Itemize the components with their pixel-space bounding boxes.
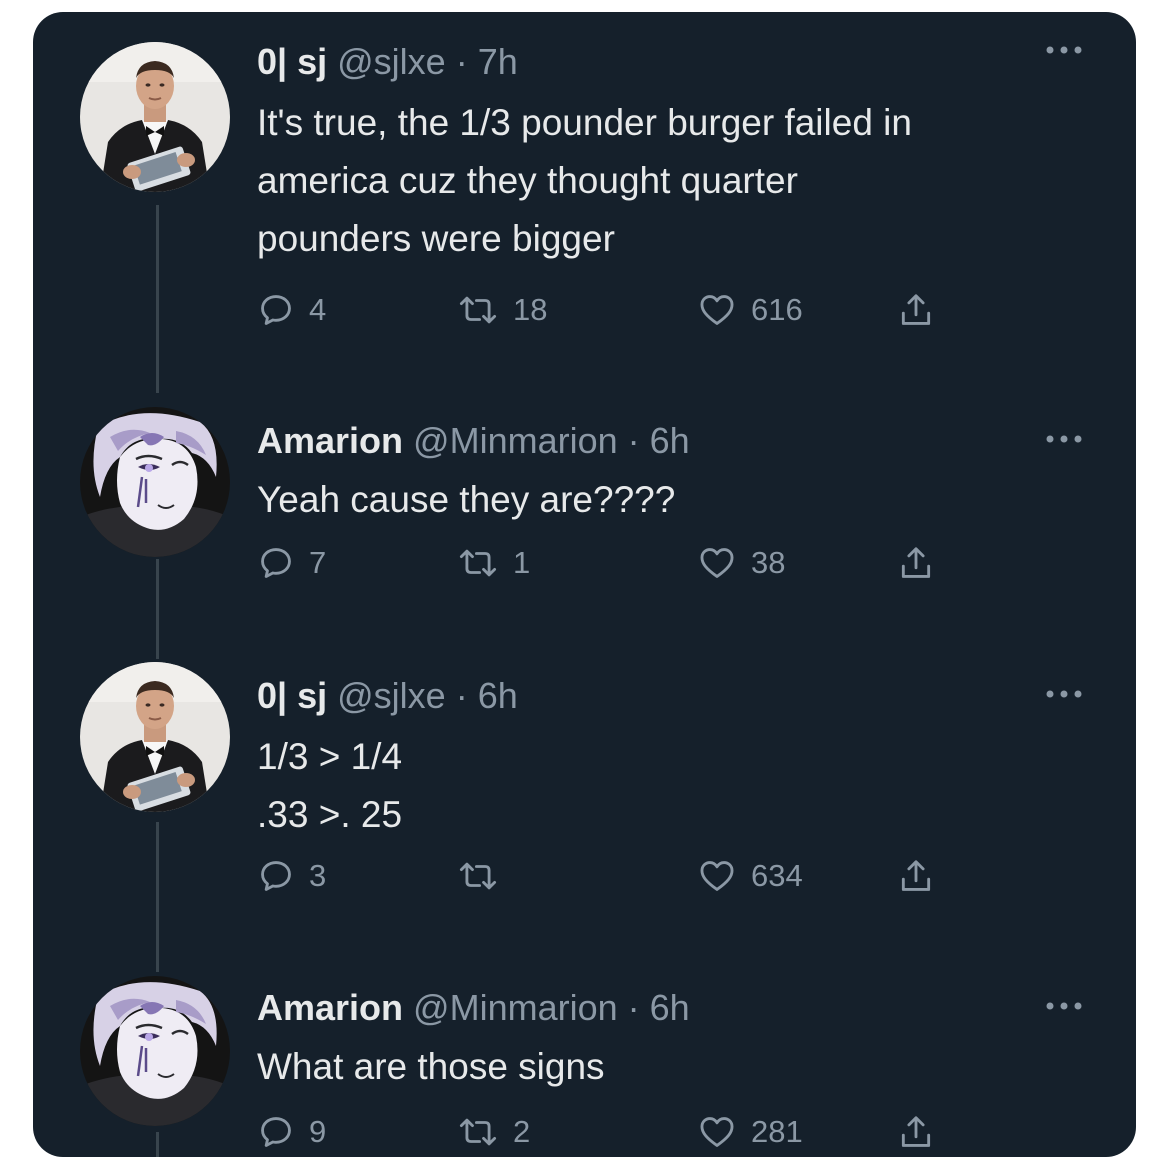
like-button[interactable]: 634	[697, 854, 803, 898]
tweet-text: It's true, the 1/3 pounder burger failed…	[257, 102, 912, 259]
reply-button[interactable]: 9	[257, 1110, 326, 1154]
man-in-tuxedo-avatar-icon	[80, 662, 230, 812]
retweet-button[interactable]: 2	[457, 1110, 530, 1154]
tweet[interactable]: 0| sj @sjlxe · 6h 1/3 > 1/4 .33 >. 25 3 …	[33, 652, 1136, 952]
heart-icon	[700, 1117, 734, 1147]
retweet-count: 1	[513, 545, 531, 580]
anime-character-avatar-icon	[80, 407, 230, 557]
like-count: 281	[751, 1114, 803, 1149]
reply-count: 3	[309, 858, 327, 893]
tweet-text: What are those signs	[257, 1046, 605, 1087]
share-upload-icon	[901, 860, 931, 891]
display-name[interactable]: Amarion	[257, 420, 403, 461]
like-button[interactable]: 616	[697, 288, 803, 332]
display-name[interactable]: 0| sj	[257, 675, 327, 716]
tweet-header: 0| sj @sjlxe · 6h	[257, 676, 518, 716]
speech-bubble-icon	[261, 548, 291, 578]
like-count: 38	[751, 545, 786, 580]
tweet[interactable]: Amarion @Minmarion · 6h Yeah cause they …	[33, 395, 1136, 625]
action-bar: 7 1 38	[257, 541, 977, 585]
handle-and-time[interactable]: @sjlxe · 6h	[337, 675, 518, 716]
heart-icon	[700, 861, 734, 891]
man-in-tuxedo-avatar-icon	[80, 42, 230, 192]
reply-button[interactable]: 4	[257, 288, 326, 332]
like-button[interactable]: 281	[697, 1110, 803, 1154]
speech-bubble-icon	[261, 295, 291, 325]
heart-icon	[700, 295, 734, 325]
share-button[interactable]	[897, 1110, 935, 1154]
share-upload-icon	[901, 547, 931, 578]
retweet-count: 18	[513, 292, 548, 327]
more-dots-icon[interactable]	[1042, 40, 1086, 60]
retweet-button[interactable]: 18	[457, 288, 547, 332]
more-dots-icon[interactable]	[1042, 429, 1086, 449]
retweet-button[interactable]	[457, 854, 513, 898]
retweet-arrows-icon	[459, 296, 497, 324]
avatar[interactable]	[80, 976, 230, 1126]
anime-character-avatar-icon	[80, 976, 230, 1126]
display-name[interactable]: Amarion	[257, 987, 403, 1028]
reply-button[interactable]: 7	[257, 541, 326, 585]
tweet-header: Amarion @Minmarion · 6h	[257, 988, 690, 1028]
avatar[interactable]	[80, 42, 230, 192]
more-dots-icon[interactable]	[1042, 996, 1086, 1016]
like-count: 616	[751, 292, 803, 327]
share-button[interactable]	[897, 854, 935, 898]
retweet-arrows-icon	[459, 549, 497, 577]
tweet[interactable]: 0| sj @sjlxe · 7h It's true, the 1/3 pou…	[33, 12, 1136, 372]
like-button[interactable]: 38	[697, 541, 785, 585]
tweet-text: Yeah cause they are????	[257, 479, 676, 520]
display-name[interactable]: 0| sj	[257, 41, 327, 82]
tweet-text: 1/3 > 1/4 .33 >. 25	[257, 736, 403, 835]
share-button[interactable]	[897, 288, 935, 332]
reply-count: 4	[309, 292, 327, 327]
action-bar: 4 18 616	[257, 288, 977, 332]
share-upload-icon	[901, 1116, 931, 1147]
retweet-count: 2	[513, 1114, 531, 1149]
handle-and-time[interactable]: @Minmarion · 6h	[413, 420, 690, 461]
reply-count: 9	[309, 1114, 327, 1149]
handle-and-time[interactable]: @Minmarion · 6h	[413, 987, 690, 1028]
like-count: 634	[751, 858, 803, 893]
speech-bubble-icon	[261, 1117, 291, 1147]
share-upload-icon	[901, 294, 931, 325]
tweet[interactable]: Amarion @Minmarion · 6h What are those s…	[33, 964, 1136, 1157]
handle-and-time[interactable]: @sjlxe · 7h	[337, 41, 518, 82]
retweet-arrows-icon	[459, 862, 497, 890]
retweet-arrows-icon	[459, 1118, 497, 1146]
tweet-header: Amarion @Minmarion · 6h	[257, 421, 690, 461]
tweet-header: 0| sj @sjlxe · 7h	[257, 42, 518, 82]
share-button[interactable]	[897, 541, 935, 585]
thread-card: 0| sj @sjlxe · 7h It's true, the 1/3 pou…	[33, 12, 1136, 1157]
action-bar: 9 2 281	[257, 1110, 977, 1154]
avatar[interactable]	[80, 407, 230, 557]
retweet-button[interactable]: 1	[457, 541, 530, 585]
reply-button[interactable]: 3	[257, 854, 326, 898]
speech-bubble-icon	[261, 861, 291, 891]
heart-icon	[700, 548, 734, 578]
more-dots-icon[interactable]	[1042, 684, 1086, 704]
avatar[interactable]	[80, 662, 230, 812]
action-bar: 3 634	[257, 854, 977, 898]
reply-count: 7	[309, 545, 327, 580]
